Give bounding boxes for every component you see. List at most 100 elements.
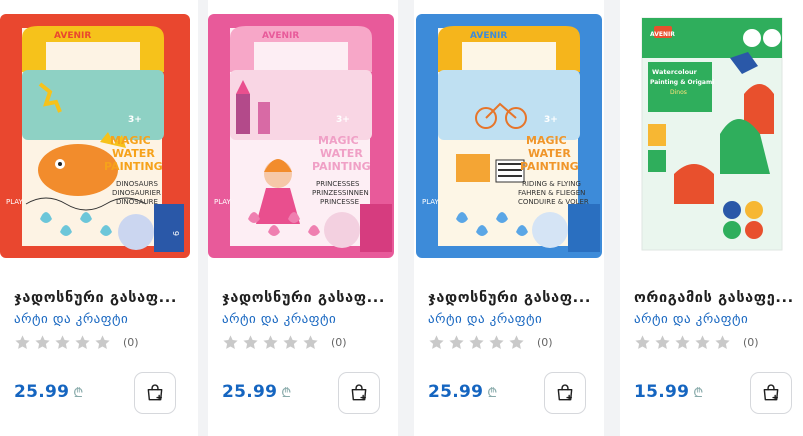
cover-sub: DINOSAURE <box>116 198 158 206</box>
product-brand[interactable]: არტი და კრაფტი <box>634 312 748 327</box>
cover-line: PAINTING <box>104 160 163 173</box>
rating-count: (0) <box>123 335 139 349</box>
price-value: 25.99 <box>428 382 484 402</box>
cover-line: Dinos <box>670 89 687 96</box>
rating-count: (0) <box>331 335 347 349</box>
cover-art-origami-dinos: AVENIR Watercolour Painting & Origami Di… <box>634 14 792 258</box>
cover-sub: PRINCESSE <box>320 198 359 206</box>
cover-line: Watercolour <box>652 68 698 76</box>
product-title[interactable]: ჯადოსნური გასაფ... <box>222 290 392 306</box>
rating-stars: (0) <box>428 333 553 351</box>
cover-line: PAINTING <box>520 160 579 173</box>
price-value: 15.99 <box>634 382 690 402</box>
product-card-4[interactable]: AVENIR Watercolour Painting & Origami Di… <box>620 0 803 436</box>
cover-line: MAGIC <box>110 134 151 147</box>
star-icon <box>655 334 670 349</box>
star-icon <box>263 334 278 349</box>
cover-sub: RIDING & FLYING <box>522 180 581 188</box>
star-icon <box>695 334 710 349</box>
product-title[interactable]: ჯადოსნური გასაფ... <box>14 290 184 306</box>
cover-sub: PRINZESSINNEN <box>312 189 369 197</box>
cover-sub: PRINCESSES <box>316 180 360 188</box>
rating-stars: (0) <box>634 333 759 351</box>
product-image[interactable]: AVENIR 3+ MAGIC WATER PAINTING RIDING & … <box>416 14 602 258</box>
star-icon <box>509 334 524 349</box>
price-value: 25.99 <box>222 382 278 402</box>
product-price: 25.99 ₾ <box>222 382 292 402</box>
currency-symbol: ₾ <box>487 386 498 401</box>
rating-count: (0) <box>537 335 553 349</box>
star-icon <box>75 334 90 349</box>
cover-line: WATER <box>112 147 155 160</box>
star-icon <box>35 334 50 349</box>
star-icon <box>675 334 690 349</box>
cover-side: PLAY <box>422 198 440 206</box>
product-price: 25.99 ₾ <box>428 382 498 402</box>
cover-logo: AVENIR <box>470 31 507 41</box>
rating-count: (0) <box>743 335 759 349</box>
cover-side: PLAY <box>6 198 24 206</box>
cover-side: PLAY <box>214 198 232 206</box>
cover-line: MAGIC <box>318 134 359 147</box>
star-icon <box>95 334 110 349</box>
product-card-2[interactable]: AVENIR 3+ MAGIC WATER PAINTING PRINCESSE… <box>208 0 398 436</box>
cover-art-riding-flying: AVENIR 3+ MAGIC WATER PAINTING RIDING & … <box>416 14 602 258</box>
star-icon <box>449 334 464 349</box>
product-brand[interactable]: არტი და კრაფტი <box>222 312 336 327</box>
cart-plus-icon <box>557 384 573 401</box>
star-icon <box>429 334 444 349</box>
cover-line: MAGIC <box>526 134 567 147</box>
cover-logo: AVENIR <box>650 31 675 38</box>
product-title[interactable]: ჯადოსნური გასაფ... <box>428 290 598 306</box>
cart-plus-icon <box>147 384 163 401</box>
cover-logo: AVENIR <box>54 31 91 41</box>
add-to-cart-button[interactable] <box>134 372 176 414</box>
cover-line: WATER <box>528 147 571 160</box>
cart-plus-icon <box>351 384 367 401</box>
svg-text:6: 6 <box>172 231 181 236</box>
cover-line: WATER <box>320 147 363 160</box>
cover-sub: FAHREN & FLIEGEN <box>518 189 585 197</box>
cover-sub: DINOSAURIER <box>112 189 161 197</box>
add-to-cart-button[interactable] <box>544 372 586 414</box>
currency-symbol: ₾ <box>693 386 704 401</box>
add-to-cart-button[interactable] <box>338 372 380 414</box>
product-price: 25.99 ₾ <box>14 382 84 402</box>
star-icon <box>55 334 70 349</box>
star-icon <box>243 334 258 349</box>
currency-symbol: ₾ <box>281 386 292 401</box>
add-to-cart-button[interactable] <box>750 372 792 414</box>
star-icon <box>715 334 730 349</box>
product-brand[interactable]: არტი და კრაფტი <box>428 312 542 327</box>
cart-plus-icon <box>763 384 779 401</box>
star-icon <box>489 334 504 349</box>
star-icon <box>223 334 238 349</box>
star-icon <box>283 334 298 349</box>
cover-logo: AVENIR <box>262 31 299 41</box>
product-image[interactable]: AVENIR Watercolour Painting & Origami Di… <box>634 14 792 258</box>
rating-stars: (0) <box>14 333 139 351</box>
cover-age: 3+ <box>336 115 350 125</box>
cover-line: Painting & Origami <box>650 79 714 86</box>
star-icon <box>15 334 30 349</box>
product-image[interactable]: AVENIR 3+ MAGIC WATER PAINTING PRINCESSE… <box>208 14 394 258</box>
cover-sub: DINOSAURS <box>116 180 159 188</box>
product-card-3[interactable]: AVENIR 3+ MAGIC WATER PAINTING RIDING & … <box>414 0 604 436</box>
product-title[interactable]: ორიგამის გასაფე... <box>634 290 803 306</box>
product-price: 15.99 ₾ <box>634 382 704 402</box>
cover-sub: CONDUIRE & VOLER <box>518 198 589 206</box>
cover-art-dinosaurs: 6 AVENIR 3+ MAGIC WATER PAINTING DINOSAU… <box>0 14 190 258</box>
currency-symbol: ₾ <box>73 386 84 401</box>
cover-age: 3+ <box>544 115 558 125</box>
product-image[interactable]: 6 AVENIR 3+ MAGIC WATER PAINTING DINOSAU… <box>0 14 190 258</box>
rating-stars: (0) <box>222 333 347 351</box>
cover-age: 3+ <box>128 115 142 125</box>
product-brand[interactable]: არტი და კრაფტი <box>14 312 128 327</box>
star-icon <box>469 334 484 349</box>
star-icon <box>635 334 650 349</box>
cover-art-princesses: AVENIR 3+ MAGIC WATER PAINTING PRINCESSE… <box>208 14 394 258</box>
price-value: 25.99 <box>14 382 70 402</box>
cover-line: PAINTING <box>312 160 371 173</box>
product-card-1[interactable]: 6 AVENIR 3+ MAGIC WATER PAINTING DINOSAU… <box>0 0 198 436</box>
star-icon <box>303 334 318 349</box>
